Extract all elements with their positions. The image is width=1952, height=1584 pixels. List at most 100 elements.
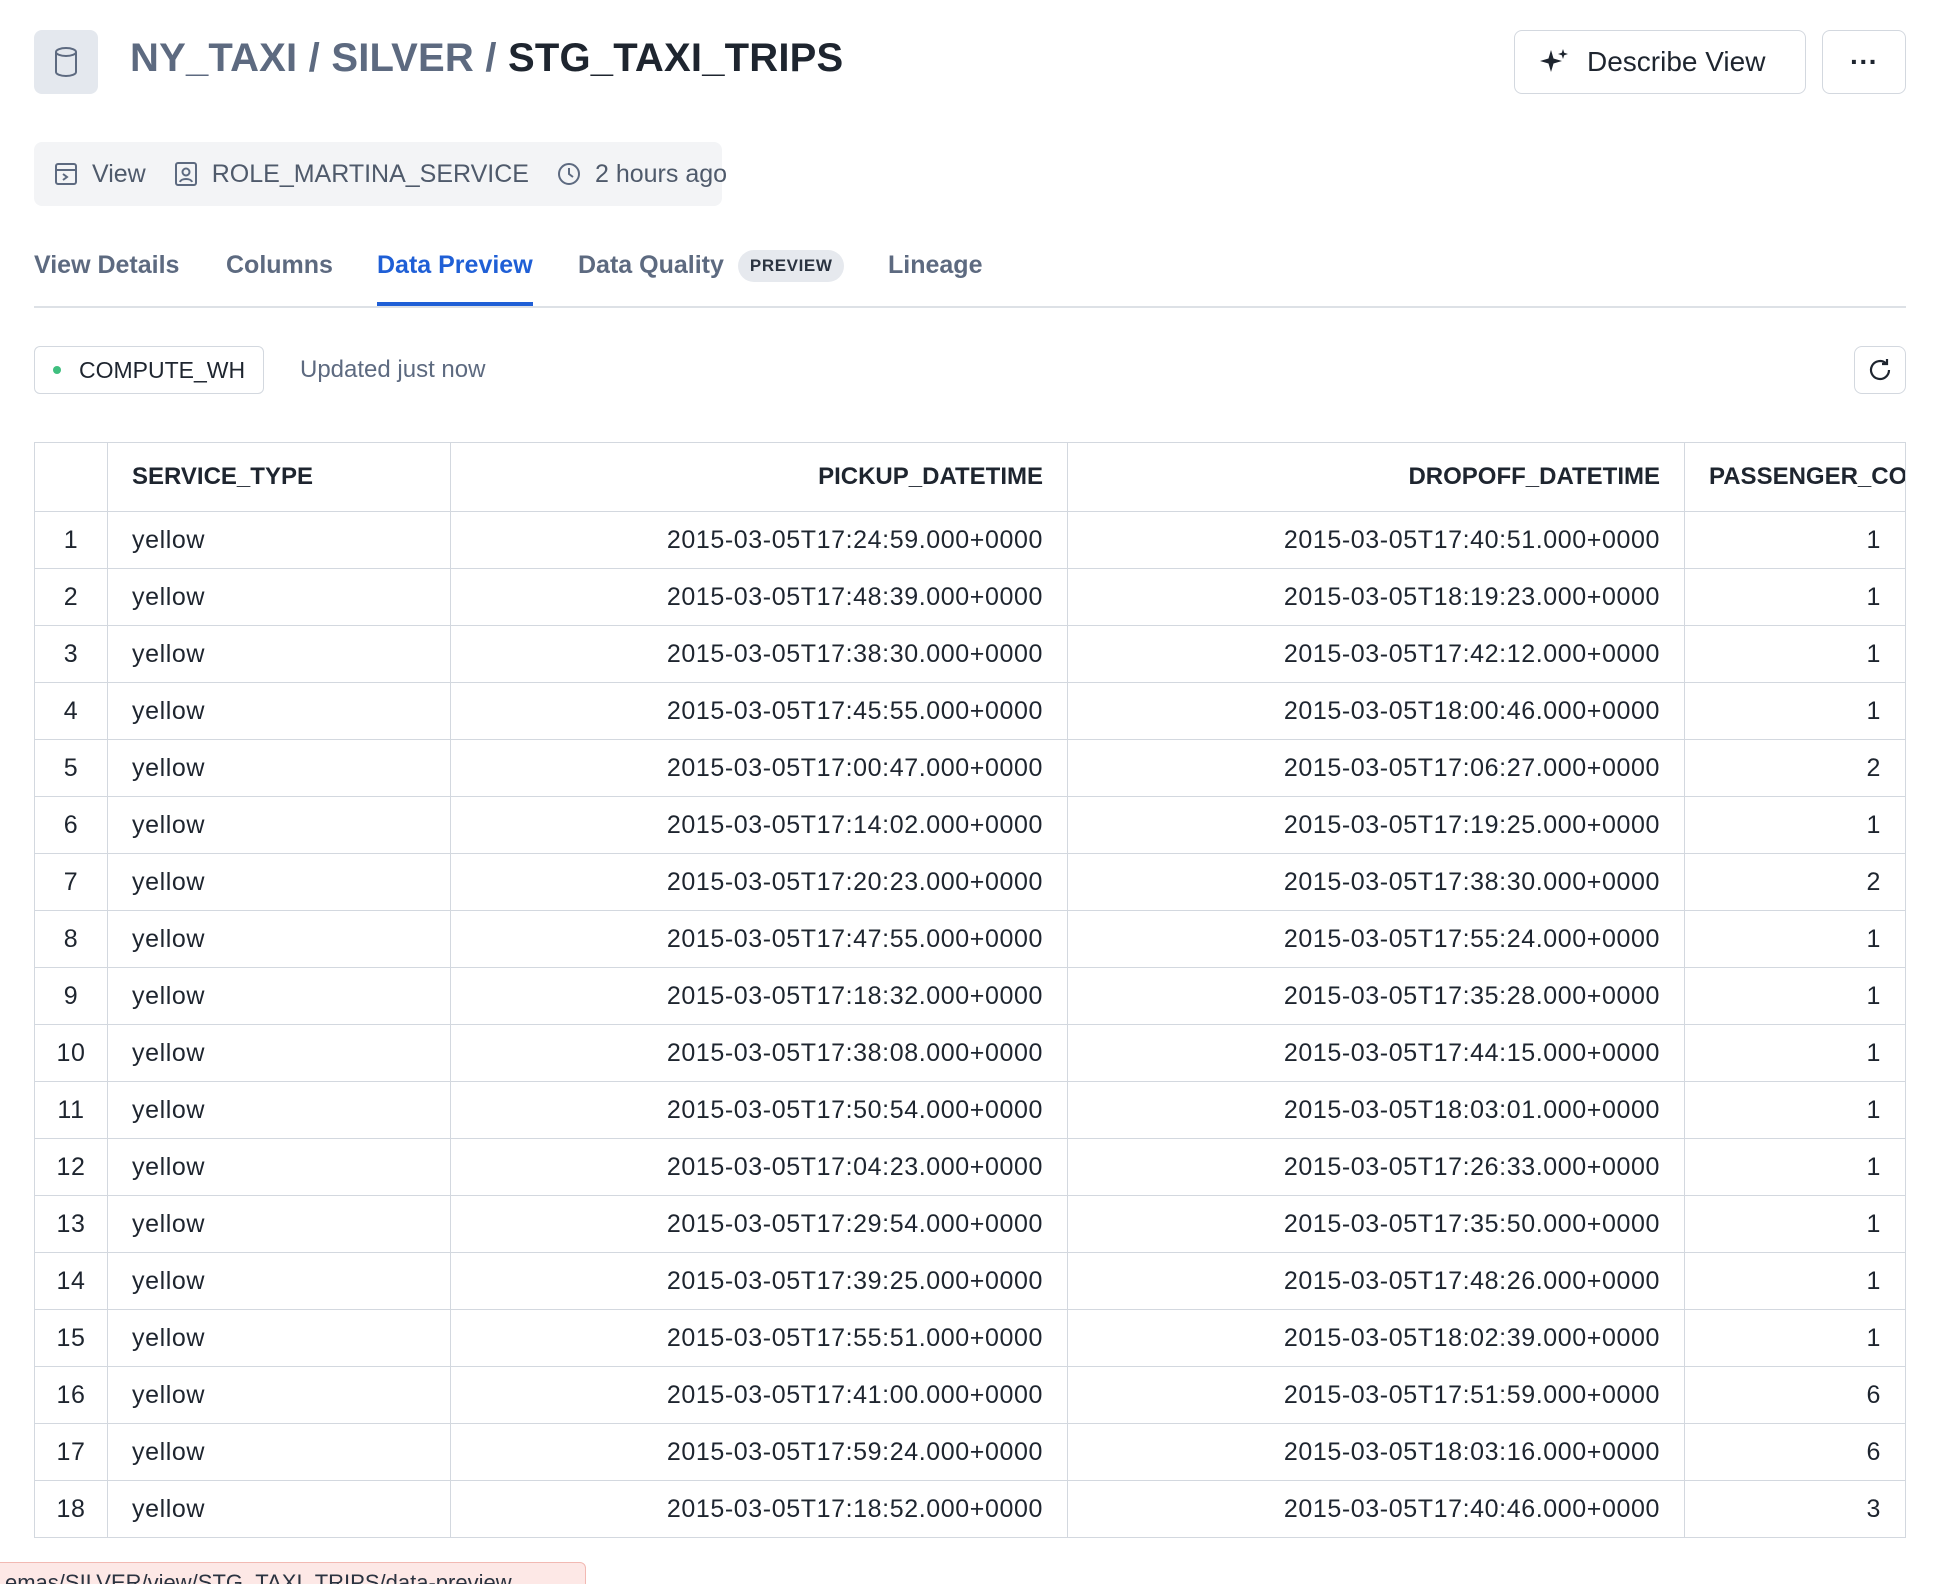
cell-pickup-datetime[interactable]: 2015-03-05T17:04:23.000+0000 — [450, 1138, 1068, 1196]
cell-passenger-count[interactable]: 1 — [1684, 1309, 1906, 1367]
tab-columns[interactable]: Columns — [226, 246, 333, 304]
table-row[interactable]: 2 yellow 2015-03-05T17:48:39.000+0000 2015-… — [34, 568, 1906, 626]
cell-dropoff-datetime[interactable]: 2015-03-05T17:35:50.000+0000 — [1067, 1195, 1685, 1253]
describe-view-button[interactable]: Describe View — [1514, 30, 1806, 94]
row-index[interactable]: 4 — [34, 682, 108, 740]
cell-pickup-datetime[interactable]: 2015-03-05T17:18:52.000+0000 — [450, 1480, 1068, 1538]
cell-dropoff-datetime[interactable]: 2015-03-05T17:51:59.000+0000 — [1067, 1366, 1685, 1424]
column-header-passenger-count[interactable]: PASSENGER_COUNT — [1684, 442, 1906, 512]
table-row[interactable]: 14 yellow 2015-03-05T17:39:25.000+0000 2015… — [34, 1252, 1906, 1310]
cell-passenger-count[interactable]: 6 — [1684, 1366, 1906, 1424]
row-index[interactable]: 12 — [34, 1138, 108, 1196]
row-index[interactable]: 10 — [34, 1024, 108, 1082]
tab-data-preview[interactable]: Data Preview — [377, 246, 533, 306]
cell-passenger-count[interactable]: 6 — [1684, 1423, 1906, 1481]
cell-service-type[interactable]: yellow — [107, 1309, 451, 1367]
cell-dropoff-datetime[interactable]: 2015-03-05T17:06:27.000+0000 — [1067, 739, 1685, 797]
row-index[interactable]: 15 — [34, 1309, 108, 1367]
cell-passenger-count[interactable]: 1 — [1684, 1195, 1906, 1253]
cell-pickup-datetime[interactable]: 2015-03-05T17:38:08.000+0000 — [450, 1024, 1068, 1082]
cell-dropoff-datetime[interactable]: 2015-03-05T17:40:51.000+0000 — [1067, 511, 1685, 569]
tab-lineage[interactable]: Lineage — [888, 246, 982, 304]
cell-dropoff-datetime[interactable]: 2015-03-05T18:03:01.000+0000 — [1067, 1081, 1685, 1139]
cell-passenger-count[interactable]: 1 — [1684, 796, 1906, 854]
cell-passenger-count[interactable]: 1 — [1684, 1252, 1906, 1310]
cell-service-type[interactable]: yellow — [107, 568, 451, 626]
more-options-button[interactable]: ··· — [1822, 30, 1906, 94]
cell-dropoff-datetime[interactable]: 2015-03-05T18:00:46.000+0000 — [1067, 682, 1685, 740]
table-row[interactable]: 7 yellow 2015-03-05T17:20:23.000+0000 2015-… — [34, 853, 1906, 911]
table-row[interactable]: 4 yellow 2015-03-05T17:45:55.000+0000 2015-… — [34, 682, 1906, 740]
cell-service-type[interactable]: yellow — [107, 1081, 451, 1139]
cell-dropoff-datetime[interactable]: 2015-03-05T18:03:16.000+0000 — [1067, 1423, 1685, 1481]
table-row[interactable]: 15 yellow 2015-03-05T17:55:51.000+0000 2015… — [34, 1309, 1906, 1367]
cell-pickup-datetime[interactable]: 2015-03-05T17:47:55.000+0000 — [450, 910, 1068, 968]
cell-pickup-datetime[interactable]: 2015-03-05T17:39:25.000+0000 — [450, 1252, 1068, 1310]
cell-service-type[interactable]: yellow — [107, 739, 451, 797]
cell-service-type[interactable]: yellow — [107, 967, 451, 1025]
row-index[interactable]: 7 — [34, 853, 108, 911]
cell-service-type[interactable]: yellow — [107, 1366, 451, 1424]
breadcrumb-schema[interactable]: SILVER — [331, 36, 474, 80]
cell-passenger-count[interactable]: 1 — [1684, 625, 1906, 683]
row-index[interactable]: 8 — [34, 910, 108, 968]
cell-dropoff-datetime[interactable]: 2015-03-05T17:19:25.000+0000 — [1067, 796, 1685, 854]
cell-service-type[interactable]: yellow — [107, 1138, 451, 1196]
row-index[interactable]: 11 — [34, 1081, 108, 1139]
cell-pickup-datetime[interactable]: 2015-03-05T17:18:32.000+0000 — [450, 967, 1068, 1025]
row-index[interactable]: 9 — [34, 967, 108, 1025]
table-row[interactable]: 9 yellow 2015-03-05T17:18:32.000+0000 2015-… — [34, 967, 1906, 1025]
table-row[interactable]: 13 yellow 2015-03-05T17:29:54.000+0000 2015… — [34, 1195, 1906, 1253]
cell-service-type[interactable]: yellow — [107, 1024, 451, 1082]
cell-passenger-count[interactable]: 3 — [1684, 1480, 1906, 1538]
row-index[interactable]: 1 — [34, 511, 108, 569]
cell-dropoff-datetime[interactable]: 2015-03-05T17:38:30.000+0000 — [1067, 853, 1685, 911]
cell-passenger-count[interactable]: 1 — [1684, 1081, 1906, 1139]
cell-pickup-datetime[interactable]: 2015-03-05T17:45:55.000+0000 — [450, 682, 1068, 740]
cell-pickup-datetime[interactable]: 2015-03-05T17:38:30.000+0000 — [450, 625, 1068, 683]
table-row[interactable]: 10 yellow 2015-03-05T17:38:08.000+0000 2015… — [34, 1024, 1906, 1082]
cell-passenger-count[interactable]: 1 — [1684, 1024, 1906, 1082]
tab-view-details[interactable]: View Details — [34, 246, 179, 304]
row-index[interactable]: 13 — [34, 1195, 108, 1253]
cell-service-type[interactable]: yellow — [107, 1195, 451, 1253]
cell-passenger-count[interactable]: 2 — [1684, 739, 1906, 797]
table-row[interactable]: 6 yellow 2015-03-05T17:14:02.000+0000 2015-… — [34, 796, 1906, 854]
tab-data-quality[interactable]: Data Quality PREVIEW — [578, 246, 845, 304]
cell-pickup-datetime[interactable]: 2015-03-05T17:41:00.000+0000 — [450, 1366, 1068, 1424]
breadcrumb-database[interactable]: NY_TAXI — [130, 36, 297, 80]
cell-service-type[interactable]: yellow — [107, 1423, 451, 1481]
row-index[interactable]: 2 — [34, 568, 108, 626]
row-index[interactable]: 16 — [34, 1366, 108, 1424]
cell-passenger-count[interactable]: 1 — [1684, 682, 1906, 740]
row-index[interactable]: 3 — [34, 625, 108, 683]
table-row[interactable]: 1 yellow 2015-03-05T17:24:59.000+0000 2015-… — [34, 511, 1906, 569]
row-index[interactable]: 5 — [34, 739, 108, 797]
cell-pickup-datetime[interactable]: 2015-03-05T17:55:51.000+0000 — [450, 1309, 1068, 1367]
cell-dropoff-datetime[interactable]: 2015-03-05T18:02:39.000+0000 — [1067, 1309, 1685, 1367]
warehouse-selector[interactable]: COMPUTE_WH — [34, 346, 265, 394]
cell-passenger-count[interactable]: 1 — [1684, 568, 1906, 626]
cell-dropoff-datetime[interactable]: 2015-03-05T17:55:24.000+0000 — [1067, 910, 1685, 968]
refresh-button[interactable] — [1854, 346, 1906, 394]
cell-service-type[interactable]: yellow — [107, 1480, 451, 1538]
column-header-service-type[interactable]: SERVICE_TYPE — [107, 442, 451, 512]
table-row[interactable]: 3 yellow 2015-03-05T17:38:30.000+0000 2015-… — [34, 625, 1906, 683]
cell-pickup-datetime[interactable]: 2015-03-05T17:29:54.000+0000 — [450, 1195, 1068, 1253]
row-index[interactable]: 17 — [34, 1423, 108, 1481]
table-row[interactable]: 11 yellow 2015-03-05T17:50:54.000+0000 2015… — [34, 1081, 1906, 1139]
cell-pickup-datetime[interactable]: 2015-03-05T17:20:23.000+0000 — [450, 853, 1068, 911]
cell-dropoff-datetime[interactable]: 2015-03-05T17:42:12.000+0000 — [1067, 625, 1685, 683]
cell-passenger-count[interactable]: 1 — [1684, 1138, 1906, 1196]
table-row[interactable]: 12 yellow 2015-03-05T17:04:23.000+0000 2015… — [34, 1138, 1906, 1196]
cell-passenger-count[interactable]: 1 — [1684, 511, 1906, 569]
cell-dropoff-datetime[interactable]: 2015-03-05T17:44:15.000+0000 — [1067, 1024, 1685, 1082]
cell-pickup-datetime[interactable]: 2015-03-05T17:50:54.000+0000 — [450, 1081, 1068, 1139]
table-row[interactable]: 16 yellow 2015-03-05T17:41:00.000+0000 2015… — [34, 1366, 1906, 1424]
cell-dropoff-datetime[interactable]: 2015-03-05T17:26:33.000+0000 — [1067, 1138, 1685, 1196]
cell-dropoff-datetime[interactable]: 2015-03-05T17:40:46.000+0000 — [1067, 1480, 1685, 1538]
cell-service-type[interactable]: yellow — [107, 682, 451, 740]
cell-pickup-datetime[interactable]: 2015-03-05T17:48:39.000+0000 — [450, 568, 1068, 626]
cell-passenger-count[interactable]: 1 — [1684, 967, 1906, 1025]
cell-pickup-datetime[interactable]: 2015-03-05T17:00:47.000+0000 — [450, 739, 1068, 797]
